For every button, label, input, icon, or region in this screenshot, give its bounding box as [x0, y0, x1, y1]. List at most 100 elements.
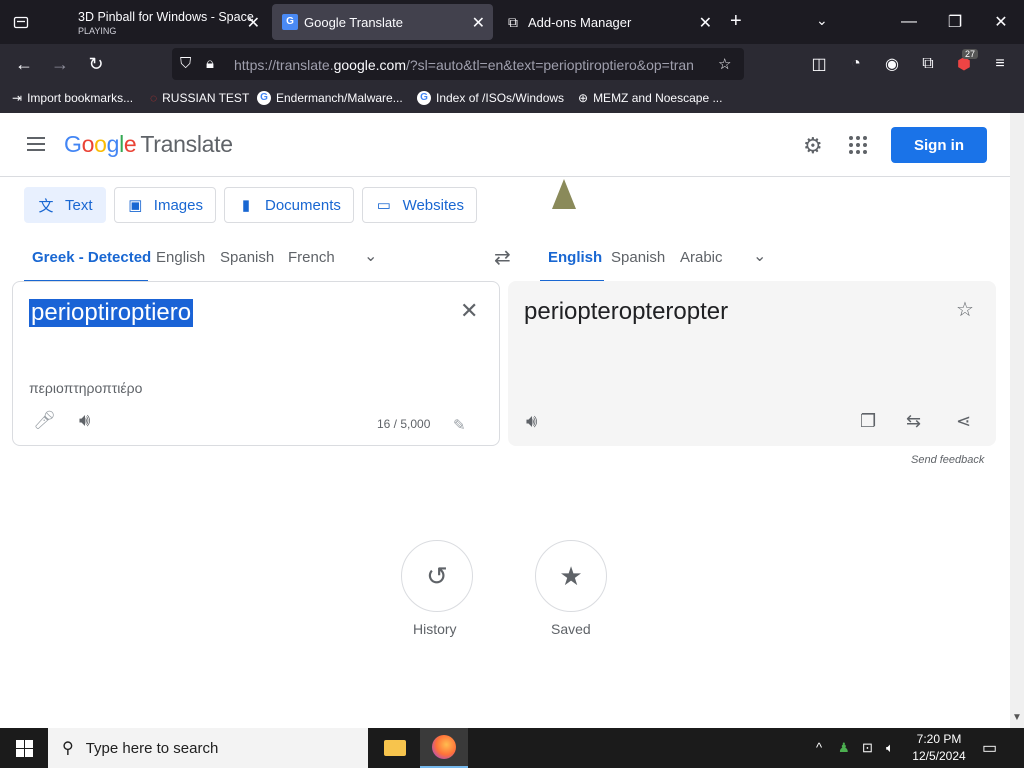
- new-tab-button[interactable]: +: [730, 11, 742, 31]
- tab-addons-manager[interactable]: ⧉ Add-ons Manager ✕: [498, 4, 720, 40]
- ring-icon: ◌: [150, 91, 158, 105]
- close-tab-icon[interactable]: ✕: [472, 13, 485, 33]
- back-button[interactable]: ←: [12, 52, 36, 76]
- show-hidden-icons-icon[interactable]: ^: [816, 740, 822, 755]
- transliteration: περιοπτηροπτιέρο: [29, 380, 143, 396]
- listen-translation-icon[interactable]: 🔊︎: [526, 411, 537, 432]
- pocket-icon[interactable]: ◫: [807, 52, 831, 76]
- google-translate-favicon-icon: G: [282, 14, 298, 30]
- shield-icon[interactable]: ⛉: [180, 55, 191, 72]
- target-lang-spanish[interactable]: Spanish: [611, 249, 665, 266]
- extension-clock-icon[interactable]: ◔: [844, 52, 868, 76]
- puzzle-icon: ⧉: [508, 14, 518, 30]
- tab-playing-label: PLAYING: [78, 26, 117, 36]
- bookmark-russian-test[interactable]: ◌ RUSSIAN TEST: [150, 91, 249, 105]
- source-lang-spanish[interactable]: Spanish: [220, 249, 274, 266]
- source-lang-detected[interactable]: Greek - Detected: [32, 249, 151, 266]
- minimize-button[interactable]: —: [886, 0, 932, 44]
- close-window-button[interactable]: ✕: [978, 0, 1024, 44]
- mode-text-button[interactable]: 文 Text: [24, 187, 106, 223]
- search-placeholder: Type here to search: [85, 739, 219, 757]
- close-tab-icon[interactable]: ✕: [699, 13, 712, 33]
- globe-icon: ⊕: [578, 91, 589, 105]
- source-lang-english[interactable]: English: [156, 249, 205, 266]
- google-header: Google Translate ⚙ Sign in: [0, 113, 1010, 177]
- mode-documents-button[interactable]: ▮ Documents: [224, 187, 354, 223]
- rate-translation-icon[interactable]: ⇆: [906, 411, 921, 432]
- url-bar[interactable]: ⛉ 🔒︎ https://translate.google.com/?sl=au…: [172, 48, 744, 80]
- hamburger-menu-icon[interactable]: [24, 133, 48, 157]
- character-count: 16 / 5,000: [377, 417, 431, 431]
- source-lang-french[interactable]: French: [288, 249, 335, 266]
- bookmark-endermanch[interactable]: G Endermanch/Malware...: [257, 91, 403, 105]
- taskbar-search-box[interactable]: ⚲ Type here to search: [48, 728, 368, 768]
- microphone-icon[interactable]: 🎤︎: [33, 410, 56, 431]
- reload-button[interactable]: ↻: [84, 52, 108, 76]
- account-icon[interactable]: ◉: [880, 52, 904, 76]
- send-feedback-link[interactable]: Send feedback: [911, 454, 984, 466]
- bookmark-isos[interactable]: G Index of /ISOs/Windows: [417, 91, 564, 105]
- start-button[interactable]: [0, 728, 48, 768]
- navigation-toolbar: ← → ↻ ⛉ 🔒︎ https://translate.google.com/…: [0, 44, 1024, 84]
- chevron-down-icon[interactable]: ⌄: [816, 12, 828, 29]
- clear-source-icon[interactable]: ✕: [460, 298, 478, 324]
- notifications-icon[interactable]: ▭: [982, 738, 997, 758]
- restore-button[interactable]: ❐: [932, 0, 978, 44]
- target-more-languages-icon[interactable]: ⌄: [753, 246, 766, 266]
- close-tab-icon[interactable]: ✕: [247, 13, 260, 33]
- source-text-box[interactable]: perioptiroptiero ✕ περιοπτηροπτιέρο 🎤︎ 🔊…: [12, 281, 500, 446]
- scroll-down-icon[interactable]: ▼: [1012, 712, 1022, 723]
- page-scrollbar[interactable]: [1010, 113, 1024, 728]
- bookmark-star-icon[interactable]: ☆: [718, 55, 731, 73]
- windows-taskbar: ⚲ Type here to search ^ ♟ ⊡ 🔈︎ 7:20 PM 1…: [0, 728, 1024, 768]
- star-icon: ★: [559, 560, 583, 591]
- tab-google-translate[interactable]: G Google Translate ✕: [272, 4, 493, 40]
- clock-time: 7:20 PM: [916, 732, 962, 746]
- mode-websites-button[interactable]: ▭ Websites: [362, 187, 477, 223]
- tab-title: Google Translate: [304, 15, 404, 30]
- tab-list-button[interactable]: [0, 0, 42, 44]
- tab-list-icon: [13, 16, 29, 29]
- listen-source-icon[interactable]: 🔊︎: [79, 410, 90, 431]
- folder-icon: [384, 740, 406, 756]
- source-text-input[interactable]: perioptiroptiero: [29, 299, 194, 327]
- translation-output: periopteropteropter: [524, 298, 729, 325]
- target-lang-arabic[interactable]: Arabic: [680, 249, 723, 266]
- forward-button[interactable]: →: [48, 52, 72, 76]
- lock-icon[interactable]: 🔒︎: [206, 55, 214, 72]
- extensions-puzzle-icon[interactable]: ⧉: [916, 52, 940, 76]
- save-translation-star-icon[interactable]: ☆: [956, 297, 974, 322]
- apps-grid-icon[interactable]: [849, 136, 867, 154]
- source-more-languages-icon[interactable]: ⌄: [364, 246, 377, 266]
- file-explorer-button[interactable]: [371, 728, 419, 768]
- menu-icon[interactable]: ≡: [988, 52, 1012, 76]
- url-text[interactable]: https://translate.google.com/?sl=auto&tl…: [234, 57, 714, 73]
- google-icon: G: [417, 91, 431, 105]
- bookmark-memz[interactable]: ⊕ MEMZ and Noescape ...: [578, 91, 722, 105]
- saved-button[interactable]: ★: [535, 540, 607, 612]
- bookmark-import[interactable]: ⇥ Import bookmarks...: [12, 91, 133, 105]
- page-content: Google Translate ⚙ Sign in 文 Text ▣ Images …: [0, 113, 1010, 728]
- copy-icon[interactable]: ❐: [860, 411, 876, 432]
- translate-icon: 文: [38, 197, 54, 215]
- firefox-icon: [432, 735, 456, 759]
- network-icon[interactable]: ⊡: [862, 740, 873, 756]
- mode-images-button[interactable]: ▣ Images: [114, 187, 216, 223]
- share-icon[interactable]: ⋖: [956, 411, 971, 432]
- animated-cursor: [552, 179, 576, 209]
- target-text-box: periopteropteropter ☆ 🔊︎ ❐ ⇆ ⋖: [508, 281, 996, 446]
- tab-pinball[interactable]: 3D Pinball for Windows - Space PLAYING ✕: [42, 4, 268, 40]
- target-lang-english[interactable]: English: [548, 249, 602, 266]
- gear-icon[interactable]: ⚙: [803, 133, 823, 159]
- sign-in-button[interactable]: Sign in: [891, 127, 987, 163]
- firefox-taskbar-button[interactable]: [420, 728, 468, 768]
- volume-icon[interactable]: 🔈︎: [886, 740, 894, 756]
- swap-languages-icon[interactable]: ⇄: [494, 245, 511, 270]
- history-button[interactable]: ↺: [401, 540, 473, 612]
- tab-title: 3D Pinball for Windows - Space: [78, 10, 254, 24]
- search-icon: ⚲: [62, 740, 74, 757]
- user-tray-icon[interactable]: ♟: [838, 740, 850, 756]
- pencil-icon[interactable]: ✎: [453, 416, 466, 434]
- system-clock[interactable]: 7:20 PM 12/5/2024: [906, 731, 972, 765]
- google-translate-logo[interactable]: Google Translate: [64, 131, 233, 158]
